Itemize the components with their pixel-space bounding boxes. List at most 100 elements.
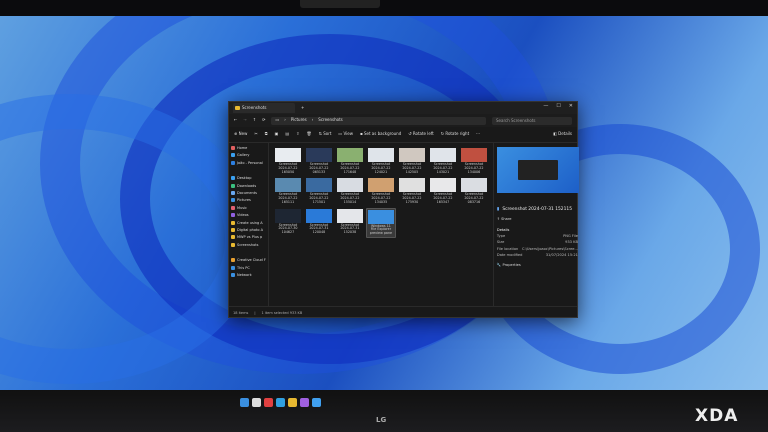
- sidebar-icon: [231, 242, 235, 247]
- file-grid: Screenshot 2024-07-22 165050 Screenshot 2…: [269, 143, 493, 306]
- file-explorer-window[interactable]: Screenshots + — ☐ ✕ ← → ↑ ⟳ ▭ › Pictures › Scr…: [228, 101, 579, 318]
- rotate-left-button[interactable]: ↺ Rotate left: [408, 131, 433, 137]
- breadcrumb[interactable]: ▭ › Pictures › Screenshots: [271, 116, 486, 125]
- refresh-button[interactable]: ⟳: [262, 118, 265, 123]
- sidebar-item[interactable]: MWP vs Plus p: [231, 235, 266, 240]
- tab-screenshots[interactable]: Screenshots: [233, 103, 295, 113]
- file-thumbnail: [336, 148, 363, 162]
- breadcrumb-pictures[interactable]: Pictures: [291, 118, 307, 123]
- browser-icon[interactable]: [264, 398, 273, 407]
- sidebar-item[interactable]: Create using A: [231, 220, 266, 225]
- file-explorer-taskbar-icon[interactable]: [288, 398, 297, 407]
- minimize-button[interactable]: —: [543, 103, 548, 110]
- sidebar-item-label: Music: [237, 205, 247, 210]
- sidebar-item[interactable]: Home: [231, 146, 266, 150]
- edge-icon[interactable]: [276, 398, 285, 407]
- cut-icon[interactable]: ✂: [254, 132, 257, 137]
- up-button[interactable]: ↑: [253, 118, 256, 123]
- sidebar-item-label: Gallery: [237, 153, 250, 158]
- sidebar-item[interactable]: Creative Cloud F: [231, 258, 266, 263]
- file-thumbnail: [305, 208, 332, 223]
- more-button[interactable]: ···: [476, 132, 480, 137]
- file-item[interactable]: Screenshot 2024-07-22 065133: [304, 147, 334, 175]
- file-item[interactable]: Screenshot 2024-07-22 155014: [335, 177, 365, 205]
- sidebar-item[interactable]: João - Personal: [231, 160, 266, 165]
- properties-button[interactable]: 🔧 Properties: [497, 263, 578, 267]
- search-icon[interactable]: [252, 398, 261, 407]
- back-button[interactable]: ←: [234, 118, 237, 123]
- file-name: Screenshot 2024-07-22 134006: [464, 162, 484, 174]
- app-icon[interactable]: [300, 398, 309, 407]
- set-background-button[interactable]: ▪ Set as background: [360, 131, 401, 137]
- start-icon[interactable]: [240, 398, 249, 407]
- sidebar-item[interactable]: Network: [231, 273, 266, 278]
- breadcrumb-screenshots[interactable]: Screenshots: [318, 118, 342, 123]
- file-item[interactable]: Screenshot 2024-07-30 104627: [273, 208, 303, 238]
- sidebar-item-label: Documents: [237, 191, 257, 196]
- file-item[interactable]: Screenshot 2024-07-22 142505: [397, 147, 427, 175]
- sidebar-item[interactable]: Music: [231, 205, 266, 210]
- close-button[interactable]: ✕: [569, 103, 573, 110]
- lg-logo: LG: [376, 416, 387, 424]
- rename-icon[interactable]: ▤: [285, 132, 289, 137]
- file-name: Screenshot 2024-07-22 143021: [433, 162, 453, 174]
- file-item[interactable]: Screenshot 2024-07-22 165347: [428, 177, 458, 205]
- file-item[interactable]: Windows 11 File Explorer preview pane: [365, 207, 396, 239]
- rotate-right-button[interactable]: ↻ Rotate right: [441, 131, 469, 137]
- file-item[interactable]: Screenshot 2024-07-22 165050: [273, 147, 303, 175]
- sidebar-item[interactable]: This PC: [231, 265, 266, 270]
- file-item[interactable]: Screenshot 2024-07-22 171501: [304, 177, 334, 205]
- file-item[interactable]: Screenshot 2024-07-31 152038: [335, 208, 365, 238]
- file-item[interactable]: Screenshot 2024-07-22 124021: [366, 147, 396, 175]
- sidebar-item[interactable]: Documents: [231, 191, 266, 196]
- detail-row: Type PNG File: [497, 234, 578, 238]
- store-icon[interactable]: [312, 398, 321, 407]
- sidebar-item[interactable]: Screenshots: [231, 242, 266, 247]
- delete-icon[interactable]: 🗑: [307, 132, 312, 137]
- sidebar-icon: [231, 205, 235, 210]
- file-item[interactable]: Screenshot 2024-07-22 083716: [459, 177, 489, 205]
- detail-row: Size 933 KB: [497, 240, 578, 244]
- sidebar-item[interactable]: Pictures: [231, 198, 266, 203]
- view-button[interactable]: ▭ View: [338, 131, 353, 137]
- share-label: Share: [501, 217, 512, 222]
- search-input[interactable]: Search Screenshots: [492, 116, 572, 125]
- new-tab-button[interactable]: +: [301, 105, 304, 111]
- sort-button[interactable]: ⇅ Sort: [319, 131, 332, 137]
- file-thumbnail: [398, 148, 425, 162]
- detail-key: Date modified: [496, 252, 523, 257]
- sort-label: Sort: [323, 131, 332, 137]
- file-item[interactable]: Screenshot 2024-07-22 171648: [335, 147, 365, 175]
- file-name: Screenshot 2024-07-22 134035: [371, 192, 391, 204]
- file-item[interactable]: Screenshot 2024-07-22 134035: [366, 177, 396, 205]
- paste-icon[interactable]: ▣: [275, 132, 279, 137]
- sidebar-item[interactable]: Digital photo A: [231, 228, 266, 233]
- file-item[interactable]: Screenshot 2024-07-22 143021: [428, 147, 458, 175]
- monitor-bottom-bezel: [0, 390, 768, 432]
- file-item[interactable]: Screenshot 2024-07-31 120048: [304, 208, 334, 238]
- sidebar-icon: [231, 273, 235, 278]
- file-thumbnail: [398, 178, 425, 193]
- share-button[interactable]: ⇪ Share: [497, 217, 578, 221]
- file-thumbnail: [429, 148, 456, 162]
- share-icon[interactable]: ⇪: [296, 132, 299, 137]
- file-name: Screenshot 2024-07-22 165111: [278, 192, 298, 204]
- sidebar-item[interactable]: Gallery: [231, 153, 266, 158]
- maximize-button[interactable]: ☐: [556, 103, 560, 110]
- forward-button[interactable]: →: [243, 118, 246, 123]
- sidebar-item[interactable]: Desktop: [231, 176, 266, 181]
- sidebar-item[interactable]: Downloads: [231, 183, 266, 188]
- sidebar-icon: [231, 228, 235, 233]
- file-name: Windows 11 File Explorer preview pane: [369, 223, 393, 236]
- folder-icon: [235, 106, 240, 110]
- file-thumbnail: [460, 178, 487, 193]
- detail-row: File location C:\Users\joaoc\Pictures\Scr…: [497, 247, 578, 251]
- file-item[interactable]: Screenshot 2024-07-22 134006: [459, 147, 489, 175]
- copy-icon[interactable]: ⧉: [265, 132, 268, 137]
- details-button[interactable]: ◧ Details: [553, 131, 572, 137]
- sidebar-item[interactable]: Videos: [231, 213, 266, 218]
- file-item[interactable]: Screenshot 2024-07-22 165111: [273, 177, 303, 205]
- file-item[interactable]: Screenshot 2024-07-22 175930: [397, 177, 427, 205]
- new-button[interactable]: ⊕ New: [234, 131, 247, 137]
- file-thumbnail: [336, 178, 363, 193]
